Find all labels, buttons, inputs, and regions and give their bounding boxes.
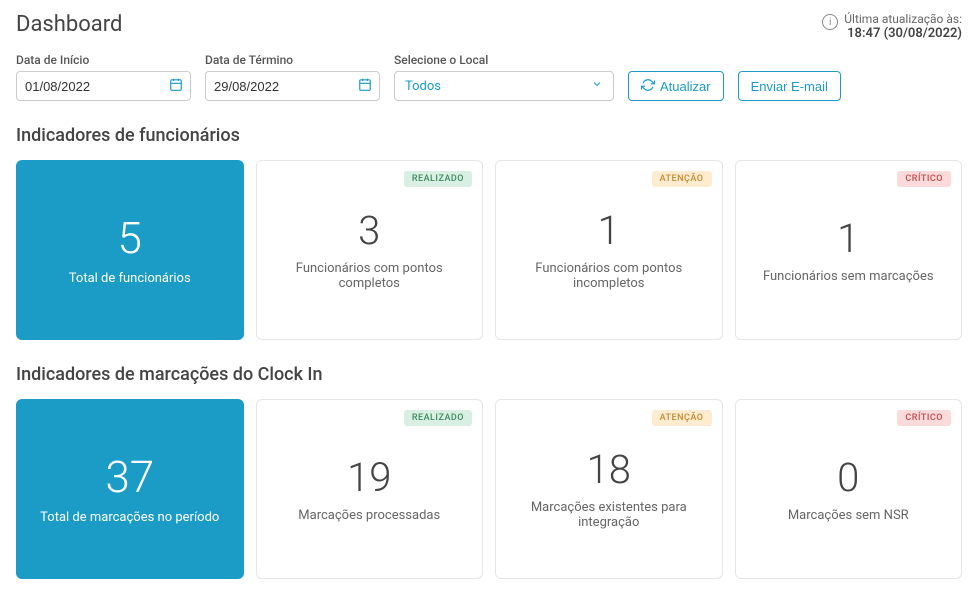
card-label: Marcações processadas xyxy=(298,508,440,523)
info-icon: i xyxy=(822,14,838,30)
location-group: Selecione o Local Todos xyxy=(394,53,614,101)
page-title: Dashboard xyxy=(16,12,122,37)
card-label: Total de marcações no período xyxy=(40,510,219,525)
refresh-button[interactable]: Atualizar xyxy=(628,71,724,101)
card-total-employees[interactable]: 5 Total de funcionários xyxy=(16,160,244,340)
card-total-marks[interactable]: 37 Total de marcações no período xyxy=(16,399,244,579)
status-badge: ATENÇÃO xyxy=(652,410,712,426)
employee-cards: 5 Total de funcionários REALIZADO 3 Func… xyxy=(16,160,962,340)
clockin-cards: 37 Total de marcações no período REALIZA… xyxy=(16,399,962,579)
card-employees-no-marks[interactable]: CRÍTICO 1 Funcionários sem marcações xyxy=(735,160,963,340)
status-badge: ATENÇÃO xyxy=(652,171,712,187)
card-value: 37 xyxy=(105,453,154,501)
card-marks-processed[interactable]: REALIZADO 19 Marcações processadas xyxy=(256,399,484,579)
card-value: 5 xyxy=(118,214,142,262)
status-badge: REALIZADO xyxy=(404,171,472,187)
card-value: 0 xyxy=(837,456,859,500)
start-date-group: Data de Início xyxy=(16,53,191,101)
filter-bar: Data de Início Data de Término Selecione… xyxy=(16,53,962,101)
start-date-label: Data de Início xyxy=(16,53,191,67)
card-employees-complete[interactable]: REALIZADO 3 Funcionários com pontos comp… xyxy=(256,160,484,340)
section-title-clockin: Indicadores de marcações do Clock In xyxy=(16,364,962,385)
status-badge: CRÍTICO xyxy=(897,171,951,187)
header: Dashboard i Última atualização às: 18:47… xyxy=(16,12,962,41)
card-label: Funcionários com pontos incompletos xyxy=(508,261,710,291)
card-value: 18 xyxy=(587,448,631,492)
end-date-input[interactable] xyxy=(205,71,380,101)
card-value: 1 xyxy=(598,209,620,253)
refresh-label: Atualizar xyxy=(660,79,711,94)
last-update: i Última atualização às: 18:47 (30/08/20… xyxy=(822,12,962,41)
card-employees-incomplete[interactable]: ATENÇÃO 1 Funcionários com pontos incomp… xyxy=(495,160,723,340)
status-badge: REALIZADO xyxy=(404,410,472,426)
card-value: 1 xyxy=(837,217,859,261)
last-update-label: Última atualização às: xyxy=(844,12,962,26)
section-title-employees: Indicadores de funcionários xyxy=(16,125,962,146)
card-marks-no-nsr[interactable]: CRÍTICO 0 Marcações sem NSR xyxy=(735,399,963,579)
location-label: Selecione o Local xyxy=(394,53,614,67)
status-badge: CRÍTICO xyxy=(897,410,951,426)
card-label: Funcionários sem marcações xyxy=(763,269,934,284)
card-label: Total de funcionários xyxy=(69,271,191,286)
card-label: Marcações existentes para integração xyxy=(508,500,710,530)
card-value: 3 xyxy=(358,209,380,253)
card-value: 19 xyxy=(347,456,391,500)
card-label: Marcações sem NSR xyxy=(788,508,909,523)
location-select[interactable]: Todos xyxy=(394,71,614,101)
chevron-down-icon xyxy=(591,78,603,94)
send-email-label: Enviar E-mail xyxy=(751,79,828,94)
location-value: Todos xyxy=(405,79,441,94)
refresh-icon xyxy=(641,78,655,95)
send-email-button[interactable]: Enviar E-mail xyxy=(738,71,841,101)
last-update-time: 18:47 (30/08/2022) xyxy=(844,26,962,41)
end-date-label: Data de Término xyxy=(205,53,380,67)
start-date-input[interactable] xyxy=(16,71,191,101)
end-date-group: Data de Término xyxy=(205,53,380,101)
card-marks-integration[interactable]: ATENÇÃO 18 Marcações existentes para int… xyxy=(495,399,723,579)
card-label: Funcionários com pontos completos xyxy=(269,261,471,291)
